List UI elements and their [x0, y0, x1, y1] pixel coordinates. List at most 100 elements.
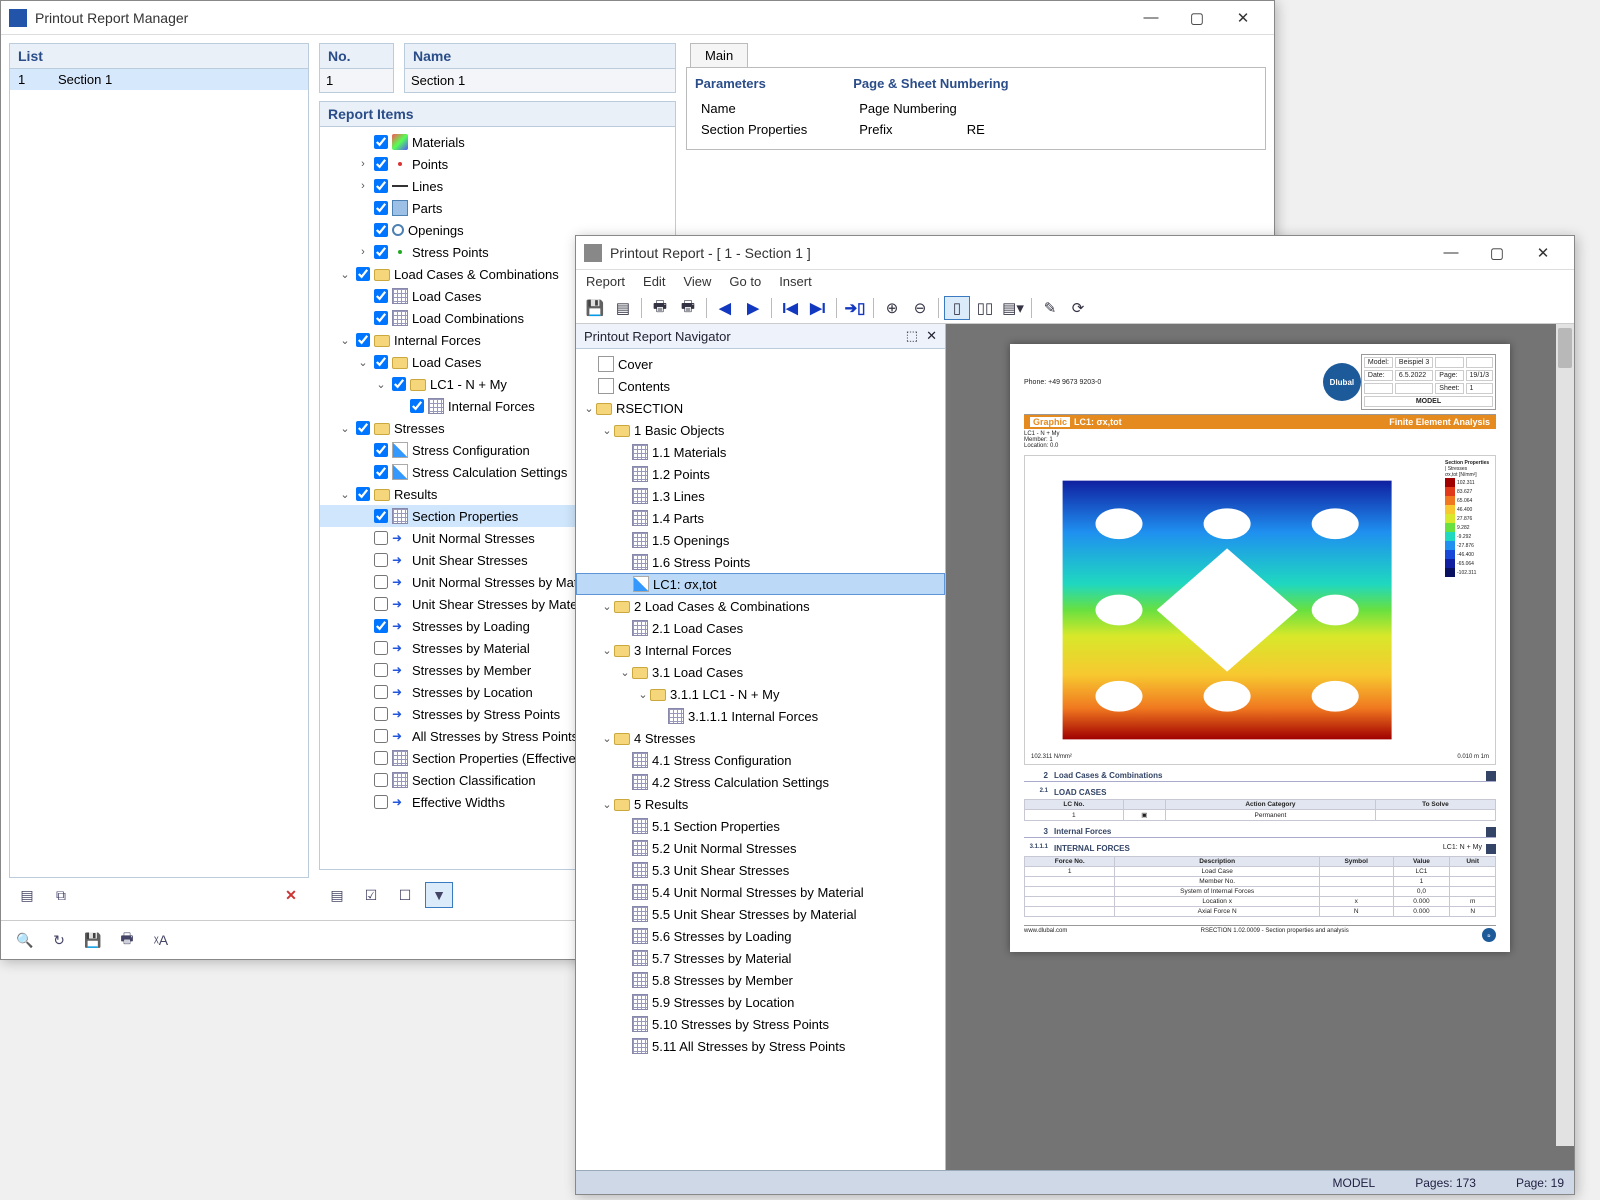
nav-item[interactable]: 5.2 Unit Normal Stresses — [576, 837, 945, 859]
item-checkbox[interactable] — [392, 377, 406, 391]
nav-item[interactable]: 1.6 Stress Points — [576, 551, 945, 573]
name-field[interactable] — [405, 69, 675, 92]
page-delete-icon[interactable]: ▤ — [610, 296, 636, 320]
menu-edit[interactable]: Edit — [643, 274, 665, 289]
item-checkbox[interactable] — [374, 619, 388, 633]
item-checkbox[interactable] — [374, 773, 388, 787]
nav-item[interactable]: 5.3 Unit Shear Stresses — [576, 859, 945, 881]
save-button[interactable]: 💾 — [79, 927, 107, 953]
nav-cover[interactable]: Cover — [576, 353, 945, 375]
edit-icon[interactable]: ✎ — [1037, 296, 1063, 320]
item-checkbox[interactable] — [374, 289, 388, 303]
close-nav-icon[interactable]: ✕ — [926, 328, 937, 344]
goto-icon[interactable]: ➔▯ — [842, 296, 868, 320]
two-page-icon[interactable]: ▯▯ — [972, 296, 998, 320]
nav-item[interactable]: 4.1 Stress Configuration — [576, 749, 945, 771]
menu-insert[interactable]: Insert — [779, 274, 812, 289]
nav-item[interactable]: 5.4 Unit Normal Stresses by Material — [576, 881, 945, 903]
item-checkbox[interactable] — [374, 685, 388, 699]
item-checkbox[interactable] — [356, 333, 370, 347]
settings-icon[interactable]: ▤▾ — [1000, 296, 1026, 320]
item-checkbox[interactable] — [374, 179, 388, 193]
item-checkbox[interactable] — [374, 245, 388, 259]
uncheck-all-button[interactable]: ☐ — [391, 882, 419, 908]
menu-go-to[interactable]: Go to — [729, 274, 761, 289]
zoom-in-icon[interactable]: ⊕ — [879, 296, 905, 320]
maximize-button[interactable]: ▢ — [1474, 238, 1520, 268]
item-checkbox[interactable] — [374, 597, 388, 611]
minimize-button[interactable]: — — [1428, 238, 1474, 268]
nav-item[interactable]: ⌄1 Basic Objects — [576, 419, 945, 441]
report-item[interactable]: ›Lines — [320, 175, 675, 197]
nav-contents[interactable]: Contents — [576, 375, 945, 397]
delete-button[interactable]: ✕ — [277, 882, 305, 908]
copy-button[interactable]: ⧉ — [47, 882, 75, 908]
nav-item[interactable]: 5.8 Stresses by Member — [576, 969, 945, 991]
next-icon[interactable]: ▶ — [740, 296, 766, 320]
close-button[interactable]: ✕ — [1520, 238, 1566, 268]
no-field[interactable] — [320, 69, 393, 92]
item-checkbox[interactable] — [374, 663, 388, 677]
nav-item[interactable]: 1.3 Lines — [576, 485, 945, 507]
new-item-button[interactable]: ▤ — [323, 882, 351, 908]
item-checkbox[interactable] — [374, 355, 388, 369]
close-button[interactable]: ✕ — [1220, 3, 1266, 33]
nav-item[interactable]: 1.4 Parts — [576, 507, 945, 529]
menu-report[interactable]: Report — [586, 274, 625, 289]
item-checkbox[interactable] — [374, 531, 388, 545]
nav-item[interactable]: 4.2 Stress Calculation Settings — [576, 771, 945, 793]
nav-item[interactable]: ⌄4 Stresses — [576, 727, 945, 749]
nav-item[interactable]: ⌄3.1.1 LC1 - N + My — [576, 683, 945, 705]
menu-view[interactable]: View — [683, 274, 711, 289]
item-checkbox[interactable] — [374, 201, 388, 215]
check-all-button[interactable]: ☑ — [357, 882, 385, 908]
maximize-button[interactable]: ▢ — [1174, 3, 1220, 33]
tab-main[interactable]: Main — [690, 43, 748, 67]
print-button[interactable]: 🖶 — [113, 927, 141, 953]
print-icon[interactable]: 🖶 — [647, 296, 673, 320]
reload-icon[interactable]: ⟳ — [1065, 296, 1091, 320]
nav-item[interactable]: 5.10 Stresses by Stress Points — [576, 1013, 945, 1035]
report-item[interactable]: Materials — [320, 131, 675, 153]
nav-item[interactable]: LC1: σx,tot — [576, 573, 945, 595]
filter-button[interactable]: ▼ — [425, 882, 453, 908]
item-checkbox[interactable] — [374, 751, 388, 765]
nav-item[interactable]: ⌄3.1 Load Cases — [576, 661, 945, 683]
nav-item[interactable]: ⌄2 Load Cases & Combinations — [576, 595, 945, 617]
nav-item[interactable]: ⌄5 Results — [576, 793, 945, 815]
new-button[interactable]: ▤ — [13, 882, 41, 908]
item-checkbox[interactable] — [356, 421, 370, 435]
report-item[interactable]: Parts — [320, 197, 675, 219]
save-icon[interactable]: 💾 — [582, 296, 608, 320]
refresh-button[interactable]: ↻ — [45, 927, 73, 953]
item-checkbox[interactable] — [410, 399, 424, 413]
undock-icon[interactable]: ⬚ — [906, 328, 918, 344]
item-checkbox[interactable] — [374, 443, 388, 457]
item-checkbox[interactable] — [374, 729, 388, 743]
nav-item[interactable]: 5.9 Stresses by Location — [576, 991, 945, 1013]
page-preview[interactable]: Phone: +49 9673 9203-0 Dlubal Model:Beis… — [946, 324, 1574, 1170]
item-checkbox[interactable] — [374, 641, 388, 655]
mgr-titlebar[interactable]: Printout Report Manager — ▢ ✕ — [1, 1, 1274, 35]
quick-print-icon[interactable]: 🖶 — [675, 296, 701, 320]
nav-item[interactable]: ⌄3 Internal Forces — [576, 639, 945, 661]
nav-rsection[interactable]: ⌄RSECTION — [576, 397, 945, 419]
nav-item[interactable]: 5.11 All Stresses by Stress Points — [576, 1035, 945, 1057]
zoom-out-icon[interactable]: ⊖ — [907, 296, 933, 320]
nav-item[interactable]: 1.1 Materials — [576, 441, 945, 463]
nav-item[interactable]: 5.1 Section Properties — [576, 815, 945, 837]
item-checkbox[interactable] — [374, 509, 388, 523]
single-page-icon[interactable]: ▯ — [944, 296, 970, 320]
item-checkbox[interactable] — [374, 553, 388, 567]
last-icon[interactable]: ▶I — [805, 296, 831, 320]
prev-icon[interactable]: ◀ — [712, 296, 738, 320]
item-checkbox[interactable] — [374, 575, 388, 589]
translate-button[interactable]: ᵡA — [147, 927, 175, 953]
preview-scrollbar[interactable] — [1556, 324, 1574, 1146]
item-checkbox[interactable] — [374, 465, 388, 479]
minimize-button[interactable]: — — [1128, 3, 1174, 33]
nav-item[interactable]: 5.6 Stresses by Loading — [576, 925, 945, 947]
nav-item[interactable]: 3.1.1.1 Internal Forces — [576, 705, 945, 727]
nav-item[interactable]: 2.1 Load Cases — [576, 617, 945, 639]
item-checkbox[interactable] — [374, 311, 388, 325]
